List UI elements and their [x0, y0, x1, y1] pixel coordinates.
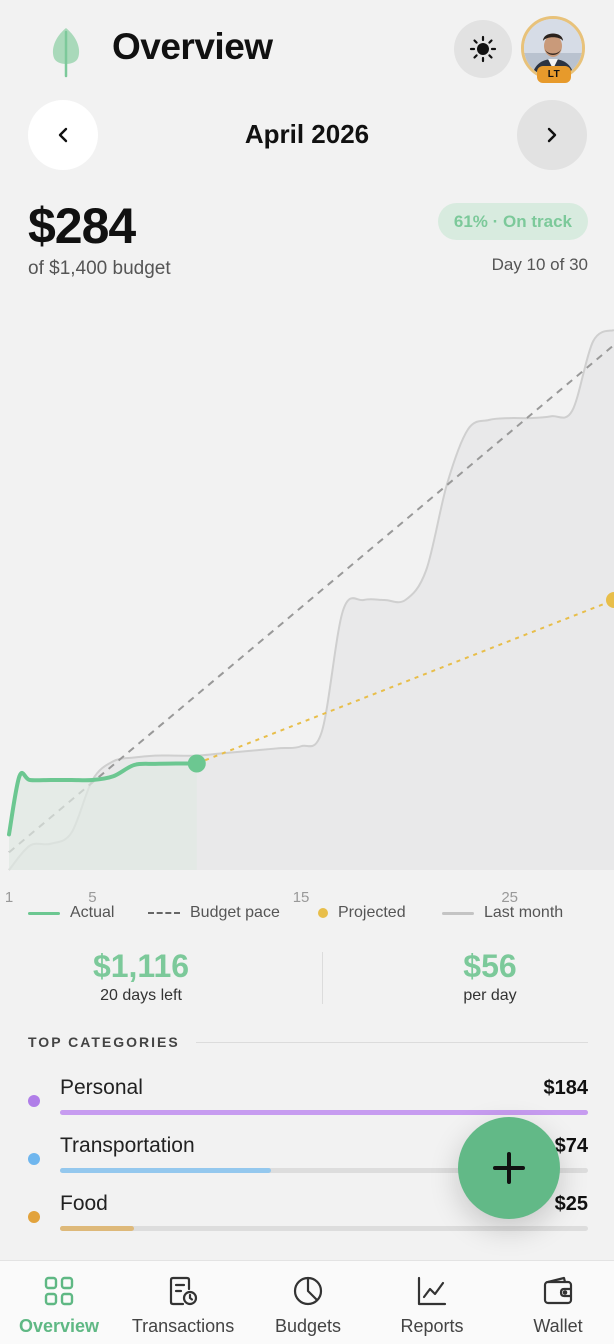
nav-label: Budgets	[274, 1316, 342, 1336]
pie-chart-icon	[293, 1276, 323, 1306]
app-header: Overview LT	[0, 0, 614, 100]
remaining-value: $1,116	[92, 948, 190, 984]
top-categories-heading: TOP CATEGORIES	[28, 1034, 180, 1050]
legend-label: Actual	[70, 904, 115, 921]
remaining-label: 20 days left	[100, 987, 182, 1004]
day-progress-label: Day 10 of 30	[491, 255, 588, 274]
per-day-label: per day	[463, 987, 517, 1004]
plus-icon	[493, 1152, 525, 1184]
legend-label: Projected	[338, 904, 406, 921]
nav-item-transactions[interactable]: Transactions	[122, 1261, 244, 1344]
legend-swatch-projected	[318, 908, 328, 918]
chevron-right-icon	[547, 127, 557, 143]
category-dot	[28, 1153, 40, 1165]
category-progress-track	[60, 1226, 588, 1231]
legend-label: Budget pace	[190, 904, 280, 921]
category-progress-track	[60, 1110, 588, 1115]
remaining-stat: $1,116 20 days left	[0, 948, 291, 1005]
legend-item-last-month: Last month	[442, 904, 563, 922]
next-month-button[interactable]	[517, 100, 587, 170]
category-dot	[28, 1211, 40, 1223]
legend-item-actual: Actual	[28, 904, 114, 922]
nav-item-wallet[interactable]: Wallet	[497, 1261, 614, 1344]
category-amount: $74	[554, 1135, 588, 1157]
category-progress-fill	[60, 1110, 588, 1115]
add-transaction-button[interactable]	[458, 1117, 560, 1219]
wallet-icon	[543, 1276, 573, 1305]
page-title: Overview	[112, 26, 273, 67]
nav-label: Transactions	[131, 1316, 235, 1336]
actual-current-point	[187, 754, 206, 773]
nav-item-budgets[interactable]: Budgets	[247, 1261, 369, 1344]
status-badge: 61% · On track	[437, 203, 588, 240]
nav-label: Wallet	[533, 1316, 583, 1336]
legend-item-projected: Projected	[318, 904, 406, 922]
theme-toggle-button[interactable]	[454, 20, 512, 78]
legend-swatch-budget-pace	[148, 912, 180, 914]
category-progress-fill	[60, 1168, 272, 1173]
nav-item-overview[interactable]: Overview	[0, 1261, 120, 1344]
spent-amount: $284	[28, 198, 136, 254]
legend-item-budget-pace: Budget pace	[148, 904, 280, 922]
legend-swatch-actual	[28, 911, 60, 915]
per-day-stat: $56 per day	[340, 948, 614, 1005]
spending-chart: 1 5 15 25	[5, 329, 614, 906]
receipt-clock-icon	[169, 1276, 198, 1306]
line-chart-icon	[417, 1276, 447, 1306]
stat-divider	[322, 952, 323, 1004]
nav-item-reports[interactable]: Reports	[371, 1261, 493, 1344]
grid-icon	[44, 1276, 74, 1306]
category-name: Transportation	[60, 1134, 195, 1157]
legend-swatch-last-month	[442, 911, 474, 915]
heading-divider	[196, 1042, 588, 1043]
category-amount: $25	[554, 1193, 588, 1215]
category-amount: $184	[543, 1077, 589, 1099]
category-progress-fill	[60, 1226, 134, 1231]
chart-legend: Actual Budget pace Projected Last month	[0, 904, 614, 926]
avatar-initials-badge: LT	[537, 66, 571, 83]
category-name: Personal	[60, 1076, 143, 1099]
category-dot	[28, 1095, 40, 1107]
per-day-value: $56	[463, 948, 517, 984]
category-name: Food	[60, 1192, 108, 1215]
legend-label: Last month	[484, 904, 564, 921]
nav-label: Overview	[18, 1316, 100, 1336]
sun-icon	[469, 35, 497, 63]
bottom-nav: Overview Transactions Budgets Reports Wa…	[0, 1260, 614, 1344]
leaf-logo-icon	[48, 26, 84, 78]
budget-total-label: of $1,400 budget	[28, 258, 171, 279]
nav-label: Reports	[400, 1316, 464, 1336]
